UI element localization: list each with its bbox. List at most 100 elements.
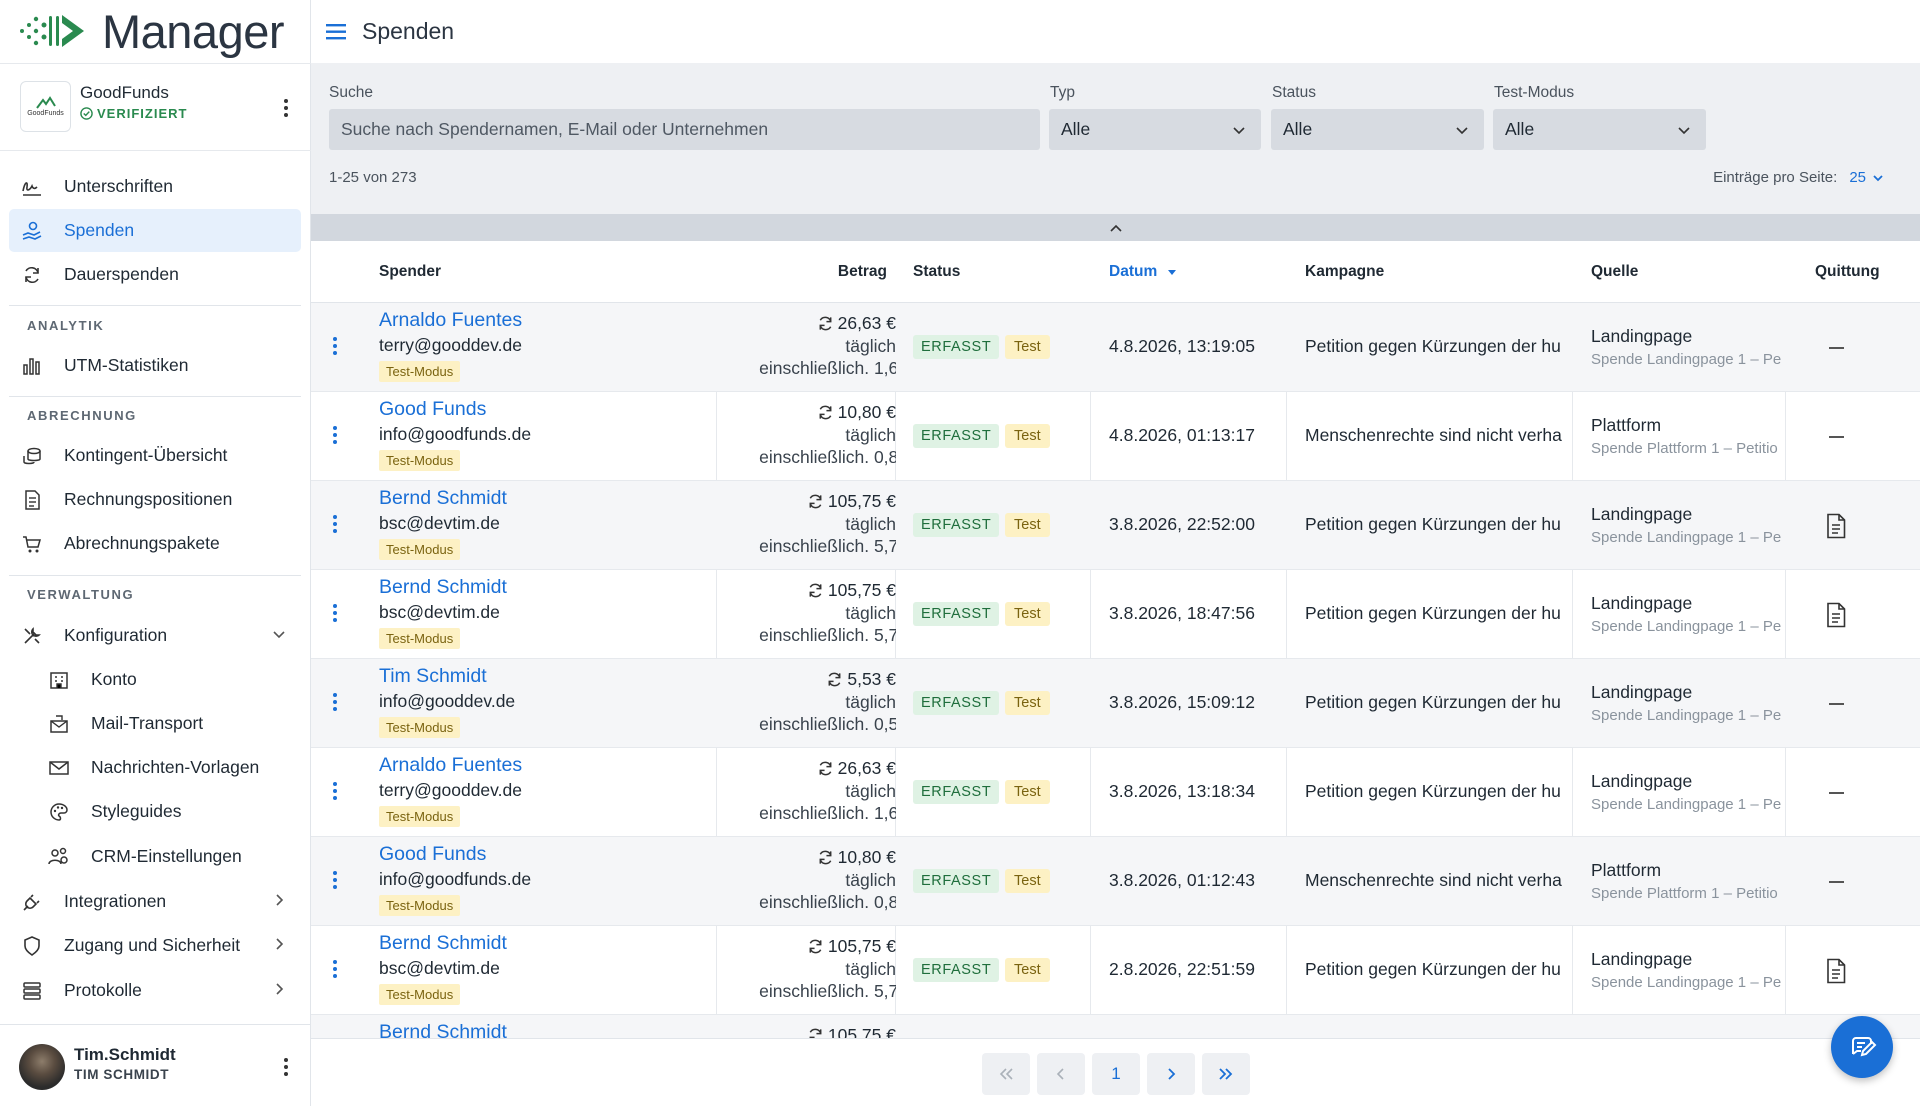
row-actions-button[interactable] [333, 960, 337, 978]
test-mode-badge: Test-Modus [379, 717, 461, 738]
next-page-button[interactable] [1147, 1053, 1195, 1095]
donor-email: bsc@devtim.de [379, 513, 500, 533]
donor-email: info@goodfunds.de [379, 424, 532, 444]
sidebar-item-recurring[interactable]: Dauerspenden [9, 253, 301, 296]
campaign-name: Menschenrechte sind nicht verha [1305, 425, 1562, 445]
empty-dash [1828, 881, 1844, 883]
org-verified-label: VERIFIZIERT [97, 106, 188, 121]
row-actions-button[interactable] [333, 871, 337, 889]
table-row[interactable]: Bernd Schmidt bsc@devtim.de Test-Modus 105,… [311, 926, 1920, 1015]
sidebar-item-quota[interactable]: Kontingent-Übersicht [9, 434, 301, 477]
sidebar-item-styleguides[interactable]: Styleguides [36, 790, 301, 833]
sidebar-item-utm[interactable]: UTM-Statistiken [9, 344, 301, 387]
table-row[interactable]: Bernd Schmidt bsc@devtim.de Test-Modus 105,… [311, 481, 1920, 570]
sidebar-item-config[interactable]: Konfiguration [9, 614, 301, 657]
donor-name-link[interactable]: Good Funds [379, 398, 486, 421]
sidebar-item-account[interactable]: Konto [36, 658, 301, 701]
page-number-button[interactable]: 1 [1092, 1053, 1140, 1095]
test-badge: Test [1005, 780, 1050, 804]
mail-send-icon [47, 712, 71, 736]
table-row[interactable]: Bernd Schmidt bsc@devtim.de Test-Modus 105,… [311, 570, 1920, 659]
hamburger-menu-icon[interactable] [326, 23, 348, 41]
sidebar-item-templates[interactable]: Nachrichten-Vorlagen [36, 746, 301, 789]
plug-icon [20, 890, 44, 914]
user-name: Tim.Schmidt [74, 1045, 176, 1064]
donor-name-link[interactable]: Arnaldo Fuentes [379, 754, 522, 777]
source-type: Landingpage [1591, 593, 1693, 613]
amount-frequency: täglich [845, 781, 896, 801]
sidebar-item-mail-transport[interactable]: Mail-Transport [36, 702, 301, 745]
donor-name-link[interactable]: Arnaldo Fuentes [379, 309, 522, 332]
row-actions-button[interactable] [333, 426, 337, 444]
prev-page-button[interactable] [1037, 1053, 1085, 1095]
org-switcher[interactable]: GoodFunds GoodFunds VERIFIZIERT [0, 63, 311, 151]
sidebar-item-logs[interactable]: Protokolle [9, 969, 301, 1012]
column-header-campaign[interactable]: Kampagne [1305, 241, 1384, 303]
feedback-button[interactable] [1831, 1016, 1893, 1078]
amount-frequency: täglich [845, 692, 896, 712]
donations-table: Spender Betrag Status Datum Kampagne Que… [311, 241, 1920, 1038]
collapse-filters-button[interactable] [311, 214, 1920, 241]
source-type: Plattform [1591, 860, 1662, 880]
table-row[interactable]: Bernd Schmidt 105,75 € [311, 1015, 1920, 1038]
sidebar-item-invoice-items[interactable]: Rechnungspositionen [9, 478, 301, 521]
receipt-button[interactable] [1821, 600, 1851, 630]
donor-name-link[interactable]: Bernd Schmidt [379, 576, 507, 599]
sidebar-item-crm[interactable]: CRM-Einstellungen [36, 835, 301, 878]
table-row[interactable]: Good Funds info@goodfunds.de Test-Modus 10,… [311, 392, 1920, 481]
sidebar-item-packages[interactable]: Abrechnungspakete [9, 522, 301, 565]
per-page-label: Einträge pro Seite: [1713, 169, 1838, 186]
amount-cell: 5,53 € täglich einschließlich. 0,53 [711, 669, 896, 745]
column-header-amount[interactable]: Betrag [716, 241, 887, 303]
last-page-button[interactable] [1202, 1053, 1250, 1095]
row-actions-button[interactable] [333, 337, 337, 355]
table-row[interactable]: Tim Schmidt info@gooddev.de Test-Modus 5,53… [311, 659, 1920, 748]
donor-name-link[interactable]: Good Funds [379, 843, 486, 866]
shield-icon [20, 934, 44, 958]
donor-name-link[interactable]: Bernd Schmidt [379, 487, 507, 510]
per-page-control[interactable]: Einträge pro Seite: 25 [1713, 169, 1884, 186]
donor-name-link[interactable]: Tim Schmidt [379, 665, 487, 688]
receipt-document-icon [1827, 958, 1846, 984]
sidebar-item-donations[interactable]: Spenden [9, 209, 301, 252]
search-input[interactable]: Suche nach Spendernamen, E-Mail oder Unt… [329, 109, 1040, 150]
receipt-button[interactable] [1821, 956, 1851, 986]
column-header-source[interactable]: Quelle [1591, 241, 1638, 303]
first-page-button[interactable] [982, 1053, 1030, 1095]
type-select[interactable]: Alle [1049, 109, 1261, 150]
row-actions-button[interactable] [333, 782, 337, 800]
recurring-icon [819, 761, 832, 776]
donor-name-link[interactable]: Bernd Schmidt [379, 932, 507, 955]
row-actions-button[interactable] [333, 604, 337, 622]
receipt-button[interactable] [1821, 511, 1851, 541]
sidebar-item-integrations[interactable]: Integrationen [9, 880, 301, 923]
column-header-donor[interactable]: Spender [379, 241, 441, 303]
org-logo-icon [35, 96, 56, 109]
column-header-date[interactable]: Datum [1109, 241, 1179, 303]
column-header-status[interactable]: Status [913, 241, 960, 303]
org-menu-button[interactable] [284, 99, 288, 117]
pagination: 1 [311, 1038, 1920, 1106]
sidebar-item-security[interactable]: Zugang und Sicherheit [9, 924, 301, 967]
source-cell: Landingpage Spende Landingpage 1 – Pe [1591, 949, 1787, 991]
user-profile[interactable]: Tim.Schmidt TIM SCHMIDT [0, 1024, 311, 1106]
amount-fee-included: einschließlich. 1,63 [759, 803, 896, 823]
row-actions-button[interactable] [333, 693, 337, 711]
amount-frequency: täglich [845, 603, 896, 623]
table-row[interactable]: Good Funds info@goodfunds.de Test-Modus 10,… [311, 837, 1920, 926]
table-row[interactable]: Arnaldo Fuentes terry@gooddev.de Test-Modu… [311, 748, 1920, 837]
status-select[interactable]: Alle [1271, 109, 1484, 150]
chevron-down-icon [1678, 127, 1690, 135]
app-logo[interactable]: Manager [18, 5, 285, 58]
test-mode-badge: Test-Modus [379, 361, 461, 382]
donor-name-link[interactable]: Bernd Schmidt [379, 1021, 507, 1038]
chevron-left-icon [1056, 1068, 1064, 1080]
status-badge: ERFASST [913, 335, 1000, 359]
sidebar-item-signatures[interactable]: Unterschriften [9, 165, 301, 208]
testmode-select[interactable]: Alle [1493, 109, 1706, 150]
user-menu-button[interactable] [284, 1058, 288, 1076]
search-label: Suche [329, 84, 373, 101]
row-actions-button[interactable] [333, 515, 337, 533]
test-mode-badge: Test-Modus [379, 895, 461, 916]
table-row[interactable]: Arnaldo Fuentes terry@gooddev.de Test-Modu… [311, 303, 1920, 392]
